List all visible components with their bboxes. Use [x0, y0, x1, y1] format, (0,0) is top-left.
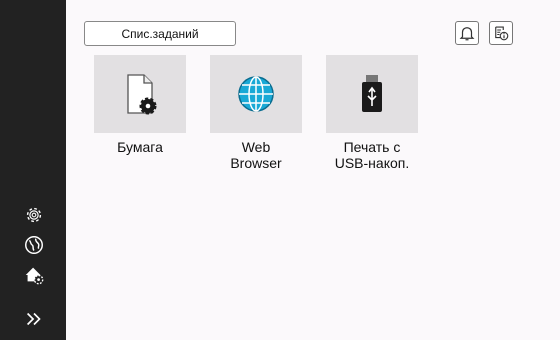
globe-icon [238, 76, 274, 112]
double-chevron-right-icon [26, 312, 41, 326]
app-web-browser-label: Web Browser [230, 139, 282, 171]
home-settings-button[interactable] [21, 262, 47, 288]
app-paper[interactable]: Бумага [90, 55, 190, 155]
bell-icon [459, 27, 475, 41]
app-web-browser[interactable]: Web Browser [206, 55, 306, 171]
job-list-button[interactable]: Спис.заданий [84, 21, 236, 46]
globe-icon [25, 236, 43, 254]
app-usb-print-label: Печать с USB-накоп. [334, 139, 410, 171]
usb-drive-icon [362, 75, 382, 112]
app-web-browser-tile[interactable] [210, 55, 302, 133]
sidebar [0, 0, 66, 340]
language-button[interactable] [21, 232, 47, 258]
device-panel-screen: Спис.заданий Бумага Web Browser Печать с… [0, 0, 560, 340]
home-settings-icon [25, 267, 44, 285]
expand-sidebar-button[interactable] [21, 306, 47, 332]
app-paper-tile[interactable] [94, 55, 186, 133]
settings-button[interactable] [21, 202, 47, 228]
device-info-icon [495, 26, 509, 41]
app-usb-print[interactable]: Печать с USB-накоп. [322, 55, 422, 171]
gear-icon [26, 207, 42, 223]
paper-settings-icon [127, 74, 157, 115]
app-paper-label: Бумага [117, 139, 163, 155]
notification-button[interactable] [455, 21, 479, 45]
app-usb-print-tile[interactable] [326, 55, 418, 133]
device-status-button[interactable] [489, 21, 513, 45]
